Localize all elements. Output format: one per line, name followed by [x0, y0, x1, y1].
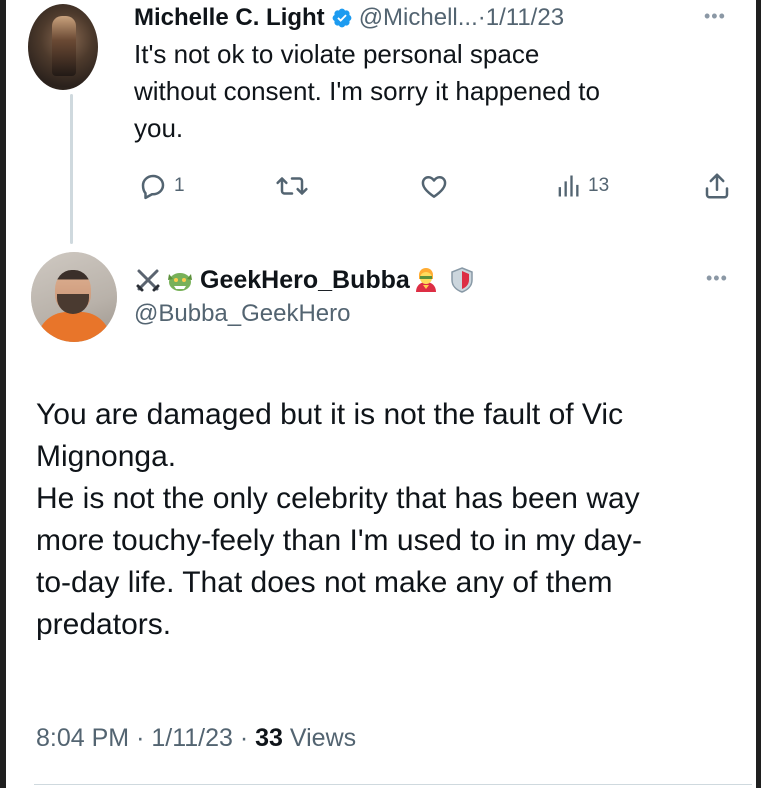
tweet-handle[interactable]: @Bubba_GeekHero: [134, 300, 351, 328]
share-icon: [705, 173, 729, 199]
reply-count: 1: [174, 175, 185, 196]
superhero-icon: [415, 268, 436, 292]
like-icon: [421, 176, 447, 198]
reply-icon: [141, 174, 165, 200]
reply-author-avatar[interactable]: [28, 4, 98, 90]
tweet-meta: 8:04 PM · 1/11/23 · 33 Views: [36, 724, 356, 753]
tweet-views-count: 33: [255, 724, 283, 752]
dragon-icon: [168, 273, 192, 291]
retweet-button[interactable]: [274, 168, 316, 204]
bottom-divider: [34, 784, 752, 785]
tweet-author-name-row[interactable]: GeekHero_Bubba: [134, 262, 480, 298]
reply-tweet-text: It's not ok to violate personal space wi…: [134, 39, 600, 143]
retweet-icon: [276, 177, 308, 195]
reply-action-bar: 1 13: [134, 168, 734, 204]
tweet-date[interactable]: 1/11/23: [151, 724, 233, 752]
views-icon: [558, 175, 579, 197]
thread-connector-line: [70, 94, 73, 244]
reply-date[interactable]: 1/11/23: [486, 4, 564, 32]
tweet-author-avatar[interactable]: [31, 252, 117, 342]
meta-separator: ·: [136, 724, 145, 752]
reply-handle[interactable]: @Michell...: [359, 4, 478, 32]
shield-icon: [451, 267, 473, 293]
tweet-text: You are damaged but it is not the fault …: [36, 398, 642, 641]
tweet-views-label: Views: [289, 724, 357, 752]
like-button[interactable]: [418, 168, 456, 204]
verified-badge-icon: [332, 8, 352, 28]
tweet-time[interactable]: 8:04 PM: [36, 724, 129, 752]
reply-header: Michelle C. Light @Michell... · 1/11/23: [134, 2, 564, 34]
crossed-swords-icon: [136, 269, 160, 292]
reply-more-options-button[interactable]: •••: [704, 6, 726, 27]
views-button[interactable]: 13: [554, 168, 609, 204]
reply-display-name[interactable]: Michelle C. Light: [134, 4, 325, 32]
views-count: 13: [588, 175, 610, 196]
reply-button[interactable]: 1: [138, 168, 185, 204]
reply-separator: ·: [477, 4, 486, 31]
tweet-display-name[interactable]: GeekHero_Bubba: [200, 266, 410, 295]
avatar-figure: [52, 16, 76, 76]
screenshot-frame: Michelle C. Light @Michell... · 1/11/23 …: [0, 0, 761, 788]
tweet-thread-card: Michelle C. Light @Michell... · 1/11/23 …: [6, 0, 756, 788]
meta-separator: ·: [239, 724, 249, 752]
share-button[interactable]: [702, 168, 732, 204]
tweet-more-options-button[interactable]: •••: [706, 268, 728, 289]
